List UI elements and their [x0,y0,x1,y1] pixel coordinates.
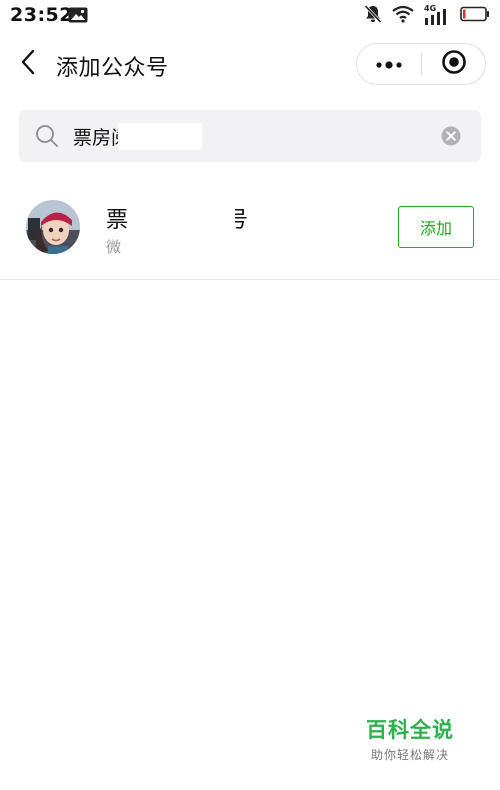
list-item[interactable]: 票号 微 添加 [0,178,500,280]
add-button[interactable]: 添加 [398,206,474,248]
target-close-icon [441,49,467,79]
watermark-title: 百科全说 [366,718,454,742]
mute-bell-icon [364,4,382,28]
signal-4g-icon: 4G [424,4,450,26]
status-time: 23:52 [10,4,73,26]
mini-program-capsule [356,43,486,85]
battery-icon [460,6,490,26]
search-bar [19,110,481,162]
chevron-left-icon [20,49,36,79]
status-icons: 4G [364,4,490,28]
redaction-box [118,123,202,150]
clear-circle-icon[interactable] [441,126,461,146]
account-name-prefix: 票 [106,208,129,233]
gallery-icon [68,7,88,27]
watermark-subtitle: 助你轻松解决 [370,748,449,762]
redaction-box [134,230,334,258]
search-icon [35,124,59,152]
back-button[interactable] [14,49,42,79]
account-subtitle: 微 [106,238,122,256]
more-button[interactable] [357,44,421,84]
avatar [26,200,80,254]
wifi-icon [392,5,414,27]
more-dots-icon [375,55,403,74]
redaction-box [135,198,235,230]
close-mini-program-button[interactable] [422,44,485,84]
watermark-logo: 百科全说 助你轻松解决 [348,700,472,772]
status-bar: 23:52 4G [0,0,500,30]
page-title: 添加公众号 [56,56,169,81]
navigation-header: 添加公众号 [0,38,500,92]
